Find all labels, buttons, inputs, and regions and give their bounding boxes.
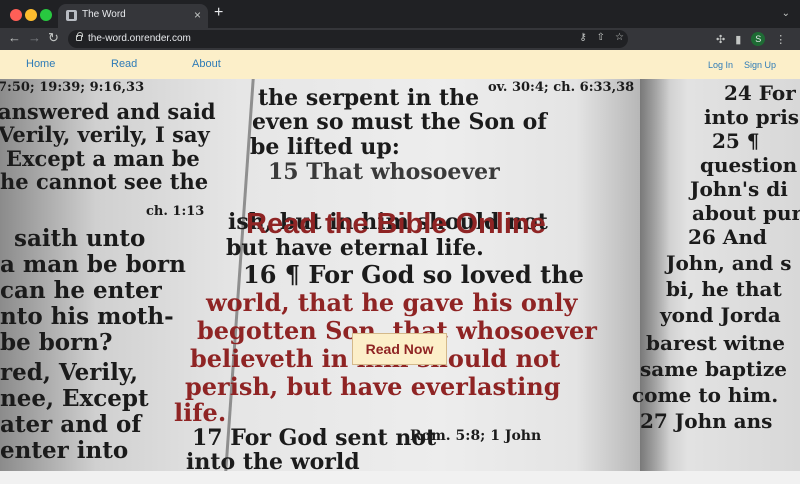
bg-text-line: nee, Except: [0, 385, 149, 412]
bg-text-line: red, Verily,: [0, 359, 138, 386]
hero-section: 7:50; 19:39; 9:16,33 answered and said V…: [0, 79, 800, 471]
bg-text-line: world, that he gave his only: [206, 288, 578, 317]
bg-text-line: 16 ¶ For God so loved the: [243, 260, 584, 289]
bg-text-line: be lifted up:: [250, 134, 400, 160]
bg-text-line: ch. 1:13: [146, 204, 205, 219]
bg-text-line: same baptize: [640, 357, 787, 381]
bg-text-line: 27 John ans: [640, 409, 773, 433]
bg-text-line: a man be born: [0, 251, 186, 278]
bg-text-line: even so must the Son of: [252, 109, 547, 135]
book-icon: [66, 10, 77, 21]
bg-text-line: question: [700, 153, 798, 177]
bg-text-line: Except a man be: [6, 146, 200, 171]
page: Home Read About Log In Sign Up 7:50; 19:…: [0, 50, 800, 471]
maximize-window-button[interactable]: [40, 9, 52, 21]
lock-icon[interactable]: [76, 32, 83, 41]
bg-text-line: saith unto: [14, 225, 146, 252]
bg-text-line: the serpent in the: [258, 85, 480, 111]
key-icon[interactable]: ⚷: [579, 32, 586, 43]
address-bar[interactable]: the-word.onrender.com ⚷ ⇧ ☆: [68, 30, 628, 48]
minimize-window-button[interactable]: [25, 9, 37, 21]
star-icon[interactable]: ☆: [615, 32, 624, 43]
bg-text-line: Rom. 5:8; 1 John: [410, 428, 542, 444]
nav-read-link[interactable]: Read: [111, 58, 137, 70]
read-now-button[interactable]: Read Now: [352, 333, 447, 365]
bg-text-line: John's di: [690, 177, 788, 201]
bg-text-line: life.: [174, 398, 227, 427]
tab-title: The Word: [82, 9, 126, 20]
share-icon[interactable]: ⇧: [597, 32, 605, 43]
side-panel-icon[interactable]: ▮: [735, 33, 741, 46]
login-link[interactable]: Log In: [708, 60, 733, 70]
menu-icon[interactable]: ⋮: [775, 33, 786, 46]
back-icon[interactable]: ←: [8, 30, 21, 46]
forward-icon[interactable]: →: [28, 30, 41, 46]
bg-text-line: can he enter: [0, 277, 162, 304]
reload-icon[interactable]: ↻: [48, 30, 59, 46]
bg-text-line: barest witne: [646, 331, 785, 355]
bg-text-line: Verily, verily, I say: [0, 122, 210, 147]
close-tab-icon[interactable]: ×: [194, 8, 201, 22]
bg-text-line: 17 For God sent not: [192, 425, 437, 451]
bg-text-line: 15 That whosoever: [268, 159, 500, 185]
nav-home-link[interactable]: Home: [26, 58, 55, 70]
browser-toolbar: ← → ↻ the-word.onrender.com ⚷ ⇧ ☆ ✣ ▮ S …: [0, 28, 800, 50]
bg-text-line: 24 For: [724, 81, 796, 105]
bg-text-line: come to him.: [632, 383, 779, 407]
bg-text-line: bi, he that: [666, 277, 782, 301]
page-bottom-edge: [0, 471, 800, 484]
bg-text-line: into the world: [186, 449, 360, 471]
bg-text-line: 7:50; 19:39; 9:16,33: [0, 80, 145, 95]
bg-text-line: he cannot see the: [0, 169, 209, 194]
browser-tab[interactable]: The Word ×: [58, 4, 208, 28]
new-tab-icon[interactable]: +: [214, 5, 223, 21]
hero-title: Read the Bible Online: [246, 208, 546, 240]
bg-text-line: be born?: [0, 329, 113, 356]
bg-text-line: 25 ¶: [712, 129, 760, 153]
url-text[interactable]: the-word.onrender.com: [88, 33, 191, 44]
bg-text-line: yond Jorda: [660, 303, 781, 327]
bg-text-line: perish, but have everlasting: [185, 372, 561, 401]
bg-text-line: into pris: [704, 105, 800, 129]
site-navbar: Home Read About Log In Sign Up: [0, 50, 800, 79]
tab-search-icon[interactable]: ⌄: [782, 8, 790, 19]
extensions-icon[interactable]: ✣: [716, 33, 725, 46]
bg-text-line: 26 And: [688, 225, 767, 249]
close-window-button[interactable]: [10, 9, 22, 21]
signup-link[interactable]: Sign Up: [744, 60, 776, 70]
nav-about-link[interactable]: About: [192, 58, 221, 70]
bg-text-line: enter into: [0, 437, 129, 464]
bg-text-line: nto his moth-: [0, 303, 174, 330]
browser-tab-bar: The Word × + ⌄: [0, 0, 800, 28]
profile-avatar[interactable]: S: [751, 32, 766, 46]
bg-text-line: answered and said: [0, 99, 216, 124]
bg-text-line: John, and s: [666, 251, 792, 275]
bg-text-line: ater and of: [0, 411, 142, 438]
bg-text-line: about puri: [692, 201, 800, 225]
bg-text-line: ov. 30:4; ch. 6:33,38: [488, 80, 635, 95]
